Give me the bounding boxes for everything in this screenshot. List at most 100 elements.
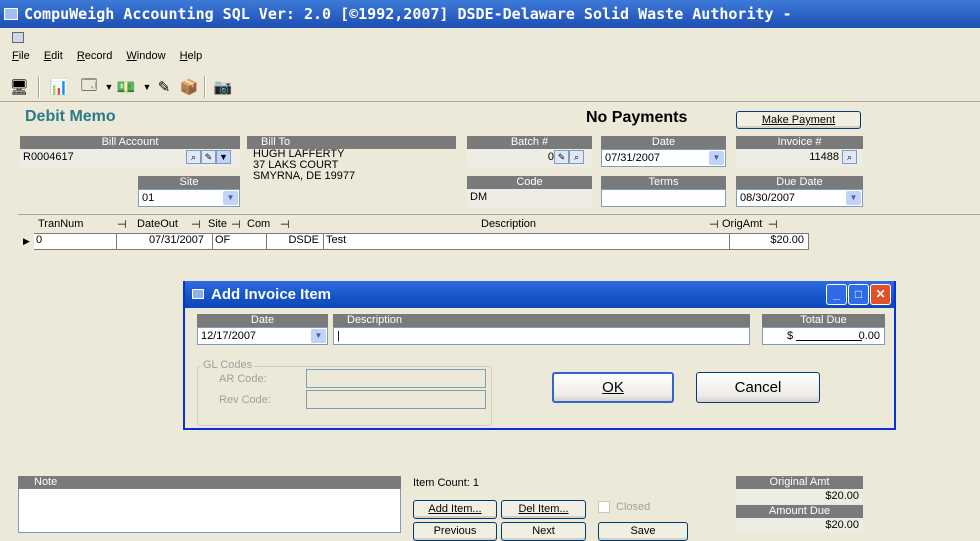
cell-description[interactable]: Test [324,233,730,250]
dialog-icon [192,289,204,299]
previous-button[interactable]: Previous [413,522,497,541]
dialog-title-bar[interactable]: Add Invoice Item _ □ ✕ [185,281,894,308]
binoculars-icon[interactable]: ⌕ [186,150,201,164]
note-textarea[interactable] [18,489,401,533]
row-selector-icon[interactable]: ▶ [23,236,30,247]
box-icon[interactable]: 📦 [178,76,200,98]
add-item-button[interactable]: Add Item... [413,500,497,519]
toolbar-separator [204,76,206,98]
menu-bar: File Edit Record Window Help [0,50,980,68]
gl-codes-label: GL Codes [201,359,255,371]
date-header: Date [601,136,726,149]
cell-com[interactable]: DSDE [267,233,324,250]
rev-code-label: Rev Code: [219,394,271,406]
dialog-date-header: Date [197,314,328,327]
menu-help[interactable]: Help [180,50,203,62]
menu-edit[interactable]: Edit [44,50,63,62]
underline [796,340,862,341]
closed-checkbox[interactable] [598,501,610,513]
chevron-down-icon[interactable]: ▼ [311,329,326,343]
bill-account-tools: ⌕ ✎ ▼ [186,150,231,164]
dialog-total-due-input[interactable]: $ 0.00 [762,327,885,345]
total-due-value: 0.00 [858,330,880,342]
batch-tools: ✎ ⌕ [554,150,584,164]
close-icon[interactable]: ✕ [870,284,891,305]
column-header-description[interactable]: Description [481,218,536,230]
report-icon[interactable]: 📊 [48,76,70,98]
save-button[interactable]: Save [598,522,688,541]
minimize-icon[interactable]: _ [826,284,847,305]
window-title-bar[interactable]: CompuWeigh Accounting SQL Ver: 2.0 [©199… [0,0,980,28]
dialog-total-due-header: Total Due [762,314,885,327]
pin-icon[interactable]: ⊣ [768,218,778,231]
invoice-header: Invoice # [736,136,863,149]
next-button[interactable]: Next [501,522,586,541]
amount-due-value: $20.00 [736,518,863,532]
chevron-down-icon[interactable]: ▼ [846,191,861,205]
cancel-button[interactable]: Cancel [696,372,820,403]
maximize-icon[interactable]: □ [848,284,869,305]
edit-icon[interactable]: ✎ [201,150,216,164]
due-date-header: Due Date [736,176,863,189]
column-header-origamt[interactable]: OrigAmt [722,218,762,230]
dialog-title: Add Invoice Item [211,286,332,303]
cell-site[interactable]: OF [213,233,267,250]
window-dropdown-icon[interactable]: 🗔 [78,76,100,98]
pin-icon[interactable]: ⊣ [117,218,127,231]
amount-due-header: Amount Due [736,505,863,518]
menu-record[interactable]: Record [77,50,112,62]
batch-header: Batch # [467,136,592,149]
camera-icon[interactable]: 📷 [212,76,234,98]
currency-symbol: $ [787,330,794,342]
code-header: Code [467,176,592,189]
terms-header: Terms [601,176,726,189]
del-item-button[interactable]: Del Item... [501,500,586,519]
column-header-com[interactable]: Com [247,218,270,230]
money-dropdown-icon[interactable]: 💵 [115,76,137,98]
pin-icon[interactable]: ⊣ [231,218,241,231]
dialog-description-input[interactable]: | [333,327,750,345]
toolbar: 🖥 📊 🗔 ▼ 💵 ▼ ✎ 📦 📷 [0,70,980,102]
chevron-down-icon[interactable]: ▼ [223,191,238,205]
child-window-icon[interactable] [12,32,24,43]
cell-dateout[interactable]: 07/31/2007 [117,233,213,250]
due-date-picker[interactable]: 08/30/2007 ▼ [736,189,863,207]
add-invoice-item-dialog[interactable]: Add Invoice Item _ □ ✕ Date 12/17/2007 ▼ … [183,281,896,430]
dialog-date-picker[interactable]: 12/17/2007 ▼ [197,327,328,345]
date-picker[interactable]: 07/31/2007 ▼ [601,149,726,167]
menu-file[interactable]: File [12,50,30,62]
app-icon [4,8,18,20]
lookup-icon[interactable]: ⌕ [569,150,584,164]
column-header-trannum[interactable]: TranNum [38,218,83,230]
toolbar-separator [38,76,40,98]
invoice-tools: ⌕ [842,150,857,164]
edit-icon[interactable]: ✎ [554,150,569,164]
ok-button[interactable]: OK [552,372,674,403]
terms-field[interactable] [601,189,726,207]
cell-origamt[interactable]: $20.00 [730,233,809,250]
window-title: CompuWeigh Accounting SQL Ver: 2.0 [©199… [24,5,792,23]
code-field[interactable]: DM [467,189,592,207]
site-select[interactable]: 01 ▼ [138,189,240,207]
form-title: Debit Memo [25,108,116,125]
pin-icon[interactable]: ⊣ [191,218,201,231]
column-header-dateout[interactable]: DateOut [137,218,178,230]
column-header-site[interactable]: Site [208,218,227,230]
closed-label: Closed [616,501,651,513]
note-header: Note [18,476,401,489]
cell-trannum[interactable]: 0 [34,233,117,250]
original-amt-value: $20.00 [736,489,863,503]
chevron-down-icon[interactable]: ▼ [216,150,231,164]
rev-code-field [306,390,486,409]
open-record-icon[interactable]: 🖥 [8,76,30,98]
lookup-icon[interactable]: ⌕ [842,150,857,164]
pin-icon[interactable]: ⊣ [280,218,290,231]
post-icon[interactable]: ✎ [153,76,175,98]
ar-code-field [306,369,486,388]
menu-window[interactable]: Window [126,50,165,62]
make-payment-button[interactable]: Make Payment [736,111,861,129]
chevron-down-icon[interactable]: ▼ [709,151,724,165]
pin-icon[interactable]: ⊣ [709,218,719,231]
site-header: Site [138,176,240,189]
bill-account-header: Bill Account [20,136,240,149]
